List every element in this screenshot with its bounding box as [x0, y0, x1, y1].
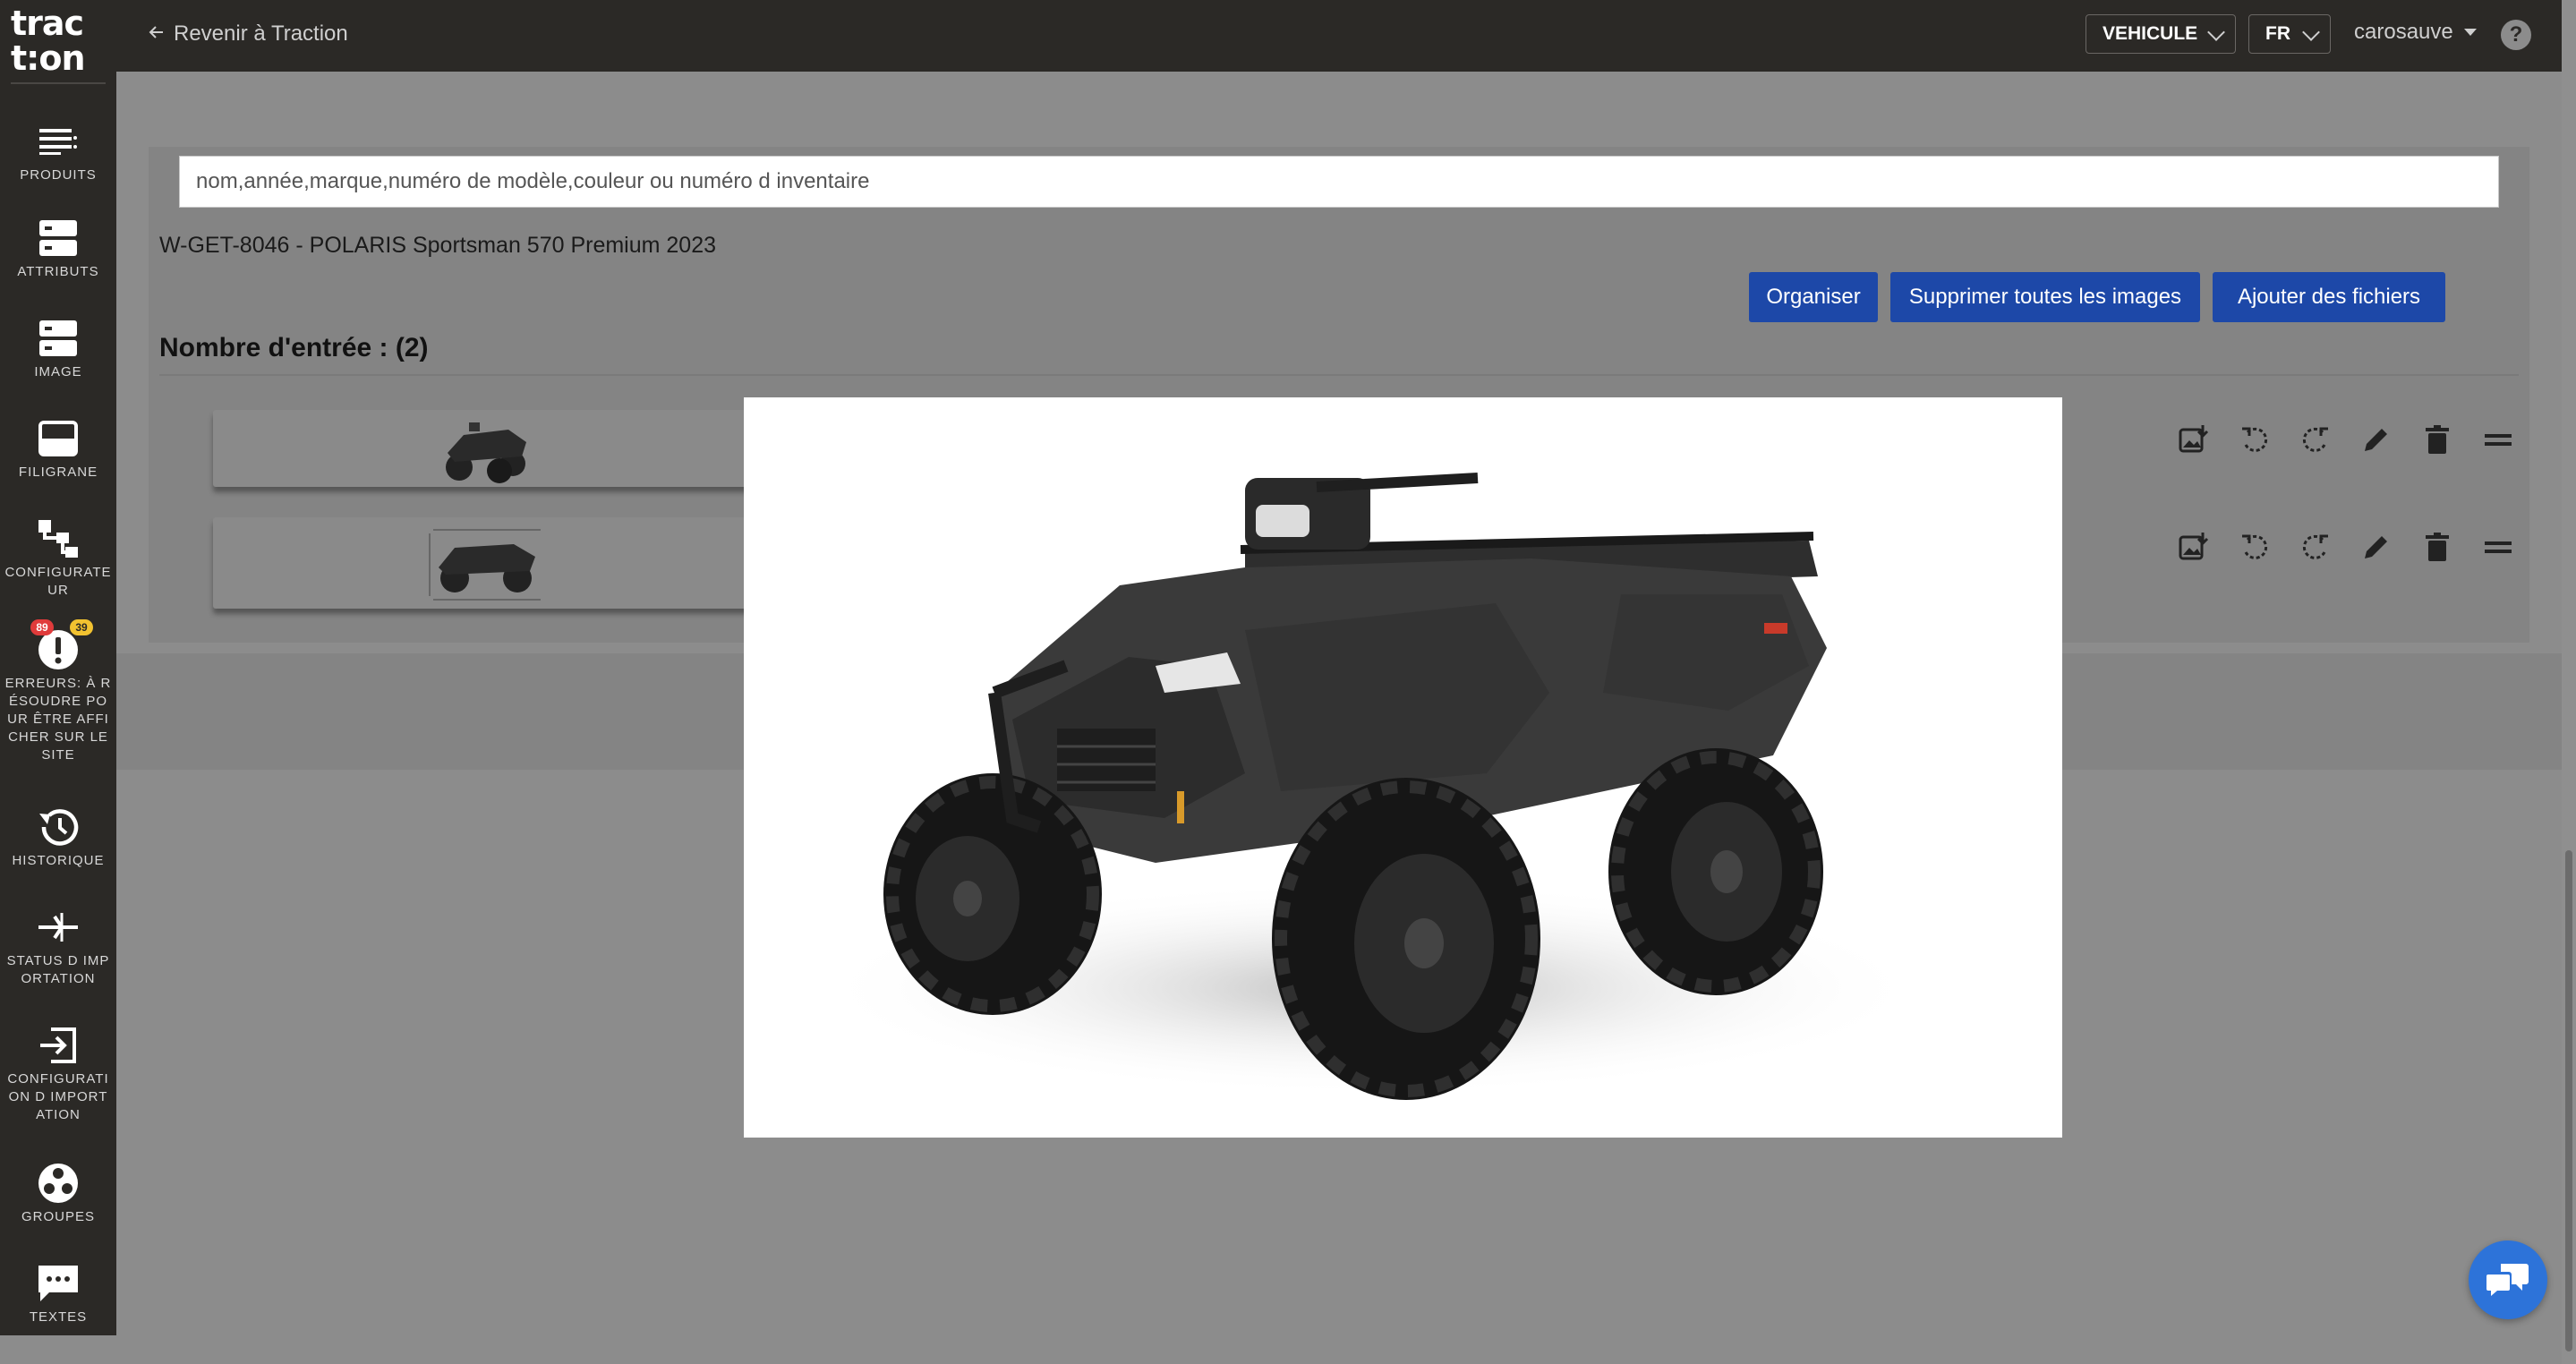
back-link-label: Revenir à Traction — [174, 21, 348, 46]
sidebar-item-label: ATTRIBUTS — [17, 264, 99, 279]
username: carosauve — [2354, 20, 2453, 44]
sidebar-item-label: HISTORIQUE — [12, 853, 105, 868]
rotate-right-icon[interactable] — [2295, 526, 2336, 567]
groups-icon — [37, 1164, 80, 1203]
row-actions — [2173, 419, 2519, 460]
watermark-icon — [37, 419, 80, 458]
list-icon — [37, 122, 80, 161]
atv-dimension-thumbnail — [424, 523, 550, 608]
sidebar-item-label: GROUPES — [21, 1209, 95, 1224]
chat-bubbles-icon — [2486, 1264, 2529, 1296]
sidebar-item-label: PRODUITS — [20, 167, 97, 183]
live-chat-button[interactable] — [2469, 1240, 2547, 1319]
sidebar-item-label: FILIGRANE — [18, 465, 98, 480]
chat-text-icon — [37, 1264, 80, 1303]
sidebar-item-label: CONFIGURATION D IMPORTATION — [7, 1071, 109, 1122]
history-icon — [37, 807, 80, 847]
user-menu[interactable]: carosauve — [2354, 20, 2477, 45]
trash-icon[interactable] — [2417, 526, 2458, 567]
hierarchy-icon — [37, 519, 80, 558]
logo-divider — [11, 82, 106, 84]
vehicle-type-select[interactable]: VEHICULE — [2086, 14, 2236, 54]
edit-icon[interactable] — [2356, 419, 2397, 460]
add-files-button[interactable]: Ajouter des fichiers — [2213, 272, 2445, 322]
sidebar: trac t:on PRODUITS ATTRIBUTS IMAGE FILIG… — [0, 0, 116, 1335]
server-icon — [37, 218, 80, 258]
arrow-left-icon — [149, 21, 165, 47]
divider — [159, 374, 2519, 376]
import-status-icon — [37, 908, 80, 947]
alert-icon — [37, 630, 80, 669]
sidebar-item-historique[interactable]: HISTORIQUE — [0, 807, 116, 870]
vehicle-type-value: VEHICULE — [2103, 23, 2198, 44]
row-actions — [2173, 526, 2519, 567]
atv-image — [815, 473, 1925, 1100]
sidebar-item-label: TEXTES — [29, 1309, 88, 1325]
sidebar-item-erreurs[interactable]: 89 39 ERREURS: À RÉSOUDRE POUR ÊTRE AFFI… — [0, 619, 116, 764]
sidebar-item-textes[interactable]: TEXTES — [0, 1264, 116, 1326]
rotate-left-icon[interactable] — [2234, 419, 2275, 460]
sidebar-item-configurateur[interactable]: CONFIGURATEUR — [0, 519, 116, 600]
entries-count: Nombre d'entrée : (2) — [159, 333, 429, 362]
sidebar-item-status-importation[interactable]: STATUS D IMPORTATION — [0, 908, 116, 988]
product-search-input[interactable] — [179, 156, 2499, 208]
sidebar-item-label: ERREURS: À RÉSOUDRE POUR ÊTRE AFFICHER S… — [4, 676, 112, 763]
back-to-traction-link[interactable]: Revenir à Traction — [149, 21, 348, 47]
image-preview-modal[interactable] — [744, 397, 2062, 1138]
sidebar-item-label: IMAGE — [34, 364, 82, 379]
language-select[interactable]: FR — [2248, 14, 2331, 54]
rotate-left-icon[interactable] — [2234, 526, 2275, 567]
sidebar-item-attributs[interactable]: ATTRIBUTS — [0, 218, 116, 281]
chevron-down-icon — [2302, 23, 2320, 41]
error-count-badge: 89 — [30, 619, 54, 635]
sidebar-item-configuration-importation[interactable]: CONFIGURATION D IMPORTATION — [0, 1026, 116, 1124]
language-value: FR — [2265, 23, 2290, 44]
organise-button[interactable]: Organiser — [1749, 272, 1878, 322]
set-main-image-icon[interactable] — [2173, 419, 2214, 460]
delete-all-images-button[interactable]: Supprimer toutes les images — [1890, 272, 2200, 322]
caret-down-icon — [2463, 29, 2477, 36]
logo-line-2: t:on — [11, 38, 86, 78]
server-icon — [37, 319, 80, 358]
sidebar-item-groupes[interactable]: GROUPES — [0, 1164, 116, 1226]
warning-count-badge: 39 — [70, 619, 93, 635]
set-main-image-icon[interactable] — [2173, 526, 2214, 567]
sidebar-item-label: STATUS D IMPORTATION — [6, 953, 110, 986]
edit-icon[interactable] — [2356, 526, 2397, 567]
sidebar-item-image[interactable]: IMAGE — [0, 319, 116, 381]
scrollbar-thumb[interactable] — [2565, 850, 2572, 1351]
product-title: W-GET-8046 - POLARIS Sportsman 570 Premi… — [159, 233, 717, 258]
atv-thumbnail — [437, 417, 535, 488]
top-bar: Revenir à Traction VEHICULE FR carosauve… — [116, 0, 2562, 72]
rotate-right-icon[interactable] — [2295, 419, 2336, 460]
traction-logo[interactable]: trac t:on — [11, 4, 106, 78]
bottom-strip — [0, 1335, 2562, 1364]
trash-icon[interactable] — [2417, 419, 2458, 460]
logo-line-1: trac — [11, 4, 84, 43]
sidebar-item-produits[interactable]: PRODUITS — [0, 122, 116, 184]
help-icon[interactable]: ? — [2501, 20, 2531, 50]
sidebar-item-filigrane[interactable]: FILIGRANE — [0, 419, 116, 482]
login-icon — [37, 1026, 80, 1065]
drag-handle-icon[interactable] — [2478, 526, 2519, 567]
chevron-down-icon — [2207, 23, 2225, 41]
sidebar-item-label: CONFIGURATEUR — [4, 565, 112, 598]
drag-handle-icon[interactable] — [2478, 419, 2519, 460]
